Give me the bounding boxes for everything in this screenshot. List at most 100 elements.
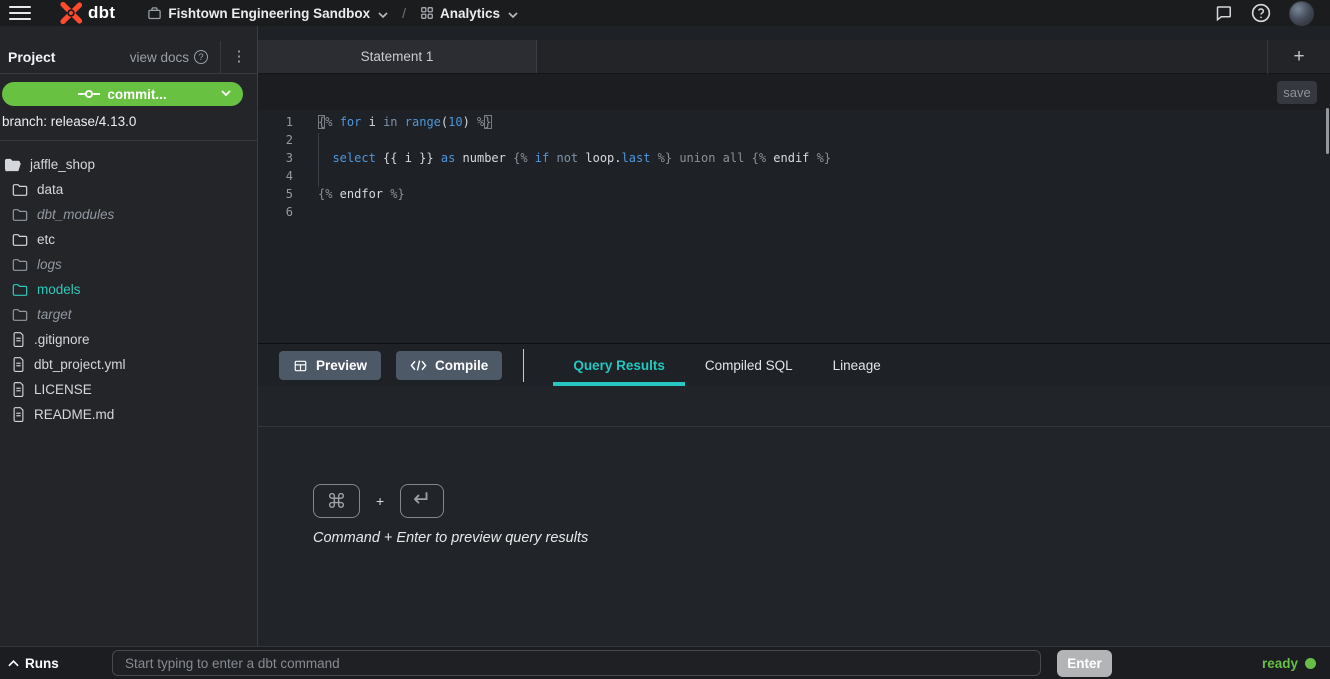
user-avatar[interactable]: [1289, 1, 1314, 26]
code-line-content: [293, 167, 318, 185]
command-bar: Runs Enter ready: [0, 646, 1330, 678]
grid-icon: [420, 6, 434, 20]
line-number: 6: [258, 203, 293, 221]
folder-icon: [12, 283, 28, 297]
line-number: 4: [258, 167, 293, 185]
results-tab-compiled-sql[interactable]: Compiled SQL: [685, 344, 813, 386]
chevron-down-icon[interactable]: [221, 90, 231, 96]
file-icon: [12, 407, 25, 422]
editor-tab-bar: Statement 1 +: [258, 40, 1330, 74]
tab-bar-divider: [1267, 40, 1268, 74]
folder-icon: [12, 258, 28, 272]
folder-icon: [12, 308, 28, 322]
file-icon: [12, 357, 25, 372]
code-line-5: 5{% endfor %}: [258, 185, 1330, 203]
results-toolbar: Preview Compile Query ResultsCompiled SQ…: [258, 343, 1330, 386]
toolbar-divider: [523, 349, 524, 382]
top-bar: dbt Fishtown Engineering Sandbox / Analy…: [0, 0, 1330, 26]
tree-item-models[interactable]: models: [0, 277, 257, 302]
project-selector[interactable]: Analytics: [440, 6, 500, 21]
code-line-6: 6: [258, 203, 1330, 221]
results-tabs: Query ResultsCompiled SQLLineage: [553, 344, 900, 386]
tree-item-label: LICENSE: [34, 382, 92, 397]
status-dot: [1305, 658, 1316, 669]
folder-open-icon: [4, 158, 21, 172]
code-line-1: 1{% for i in range(10) %}: [258, 113, 1330, 131]
new-tab-button[interactable]: +: [1274, 40, 1324, 74]
tab-statement-1[interactable]: Statement 1: [258, 40, 537, 73]
compile-button[interactable]: Compile: [396, 351, 502, 380]
tree-item-license[interactable]: LICENSE: [0, 377, 257, 402]
tree-item-label: jaffle_shop: [30, 157, 95, 172]
enter-key-icon: ↵: [400, 484, 444, 518]
line-number: 2: [258, 131, 293, 149]
tree-item-label: dbt_project.yml: [34, 357, 126, 372]
tree-item-label: dbt_modules: [37, 207, 114, 222]
tree-item-jaffle-shop[interactable]: jaffle_shop: [0, 152, 257, 177]
dbt-command-input[interactable]: [112, 650, 1041, 676]
account-selector[interactable]: Fishtown Engineering Sandbox: [168, 6, 370, 21]
tree-item-data[interactable]: data: [0, 177, 257, 202]
kebab-menu-icon[interactable]: ⋮: [221, 50, 257, 64]
sidebar-separator: [0, 140, 257, 141]
results-content: ⌘ + ↵ Command + Enter to preview query r…: [258, 427, 1330, 646]
results-tab-lineage[interactable]: Lineage: [813, 344, 901, 386]
chevron-up-icon: [8, 660, 19, 667]
help-icon[interactable]: [1251, 3, 1271, 23]
dbt-logo-icon: [59, 1, 83, 25]
code-line-content: [293, 131, 318, 149]
line-number: 5: [258, 185, 293, 203]
question-circle-icon: ?: [194, 50, 208, 64]
git-commit-icon: [78, 88, 100, 100]
chevron-down-icon[interactable]: [508, 6, 518, 21]
hamburger-menu-icon[interactable]: [9, 6, 31, 20]
indent-guide: [318, 133, 319, 187]
status-text: ready: [1262, 656, 1298, 671]
file-tree: jaffle_shopdata dbt_modulesetc logsmodels t…: [0, 152, 257, 427]
results-tab-query-results[interactable]: Query Results: [553, 344, 685, 386]
preview-button[interactable]: Preview: [279, 351, 381, 380]
file-icon: [12, 332, 25, 347]
chevron-down-icon[interactable]: [378, 6, 388, 21]
code-line-3: 3 select {{ i }} as number {% if not loo…: [258, 149, 1330, 167]
code-line-2: 2: [258, 131, 1330, 149]
plus-sign: +: [376, 493, 384, 509]
dbt-logo[interactable]: dbt: [59, 1, 115, 25]
chat-icon[interactable]: [1214, 4, 1233, 22]
sidebar-header: Project view docs ? ⋮: [0, 41, 257, 74]
view-docs-link[interactable]: view docs ?: [130, 50, 208, 65]
breadcrumb-separator: /: [402, 5, 406, 21]
tree-item-label: data: [37, 182, 63, 197]
commit-button[interactable]: commit...: [2, 82, 243, 106]
tree-item-label: target: [37, 307, 72, 322]
tree-item-label: .gitignore: [34, 332, 90, 347]
shortcut-hint: Command + Enter to preview query results: [313, 530, 588, 546]
tree-item-target[interactable]: target: [0, 302, 257, 327]
code-editor[interactable]: 1{% for i in range(10) %}23 select {{ i …: [258, 110, 1330, 343]
tree-item-label: etc: [37, 232, 55, 247]
tree-item-readme-md[interactable]: README.md: [0, 402, 257, 427]
tree-item--gitignore[interactable]: .gitignore: [0, 327, 257, 352]
tree-item-logs[interactable]: logs: [0, 252, 257, 277]
editor-scrollbar[interactable]: [1326, 108, 1329, 154]
code-line-content: {% for i in range(10) %}: [293, 113, 492, 131]
tree-item-dbt-modules[interactable]: dbt_modules: [0, 202, 257, 227]
branch-label: branch: release/4.13.0: [2, 114, 136, 129]
file-icon: [12, 382, 25, 397]
dbt-wordmark: dbt: [88, 3, 115, 23]
line-number: 1: [258, 113, 293, 131]
tree-item-etc[interactable]: etc: [0, 227, 257, 252]
briefcase-icon: [147, 6, 162, 21]
results-subheader: [258, 386, 1330, 427]
folder-icon: [12, 233, 28, 247]
code-line-content: {% endfor %}: [293, 185, 405, 203]
status-indicator: ready: [1262, 647, 1316, 679]
runs-toggle[interactable]: Runs: [8, 647, 59, 679]
enter-button[interactable]: Enter: [1057, 650, 1112, 677]
command-key-icon: ⌘: [313, 484, 360, 518]
save-button[interactable]: save: [1277, 81, 1317, 104]
code-line-content: select {{ i }} as number {% if not loop.…: [293, 149, 831, 167]
sidebar-title: Project: [8, 49, 55, 65]
tree-item-dbt-project-yml[interactable]: dbt_project.yml: [0, 352, 257, 377]
editor-region: Statement 1 + save 1{% for i in range(10…: [258, 26, 1330, 646]
